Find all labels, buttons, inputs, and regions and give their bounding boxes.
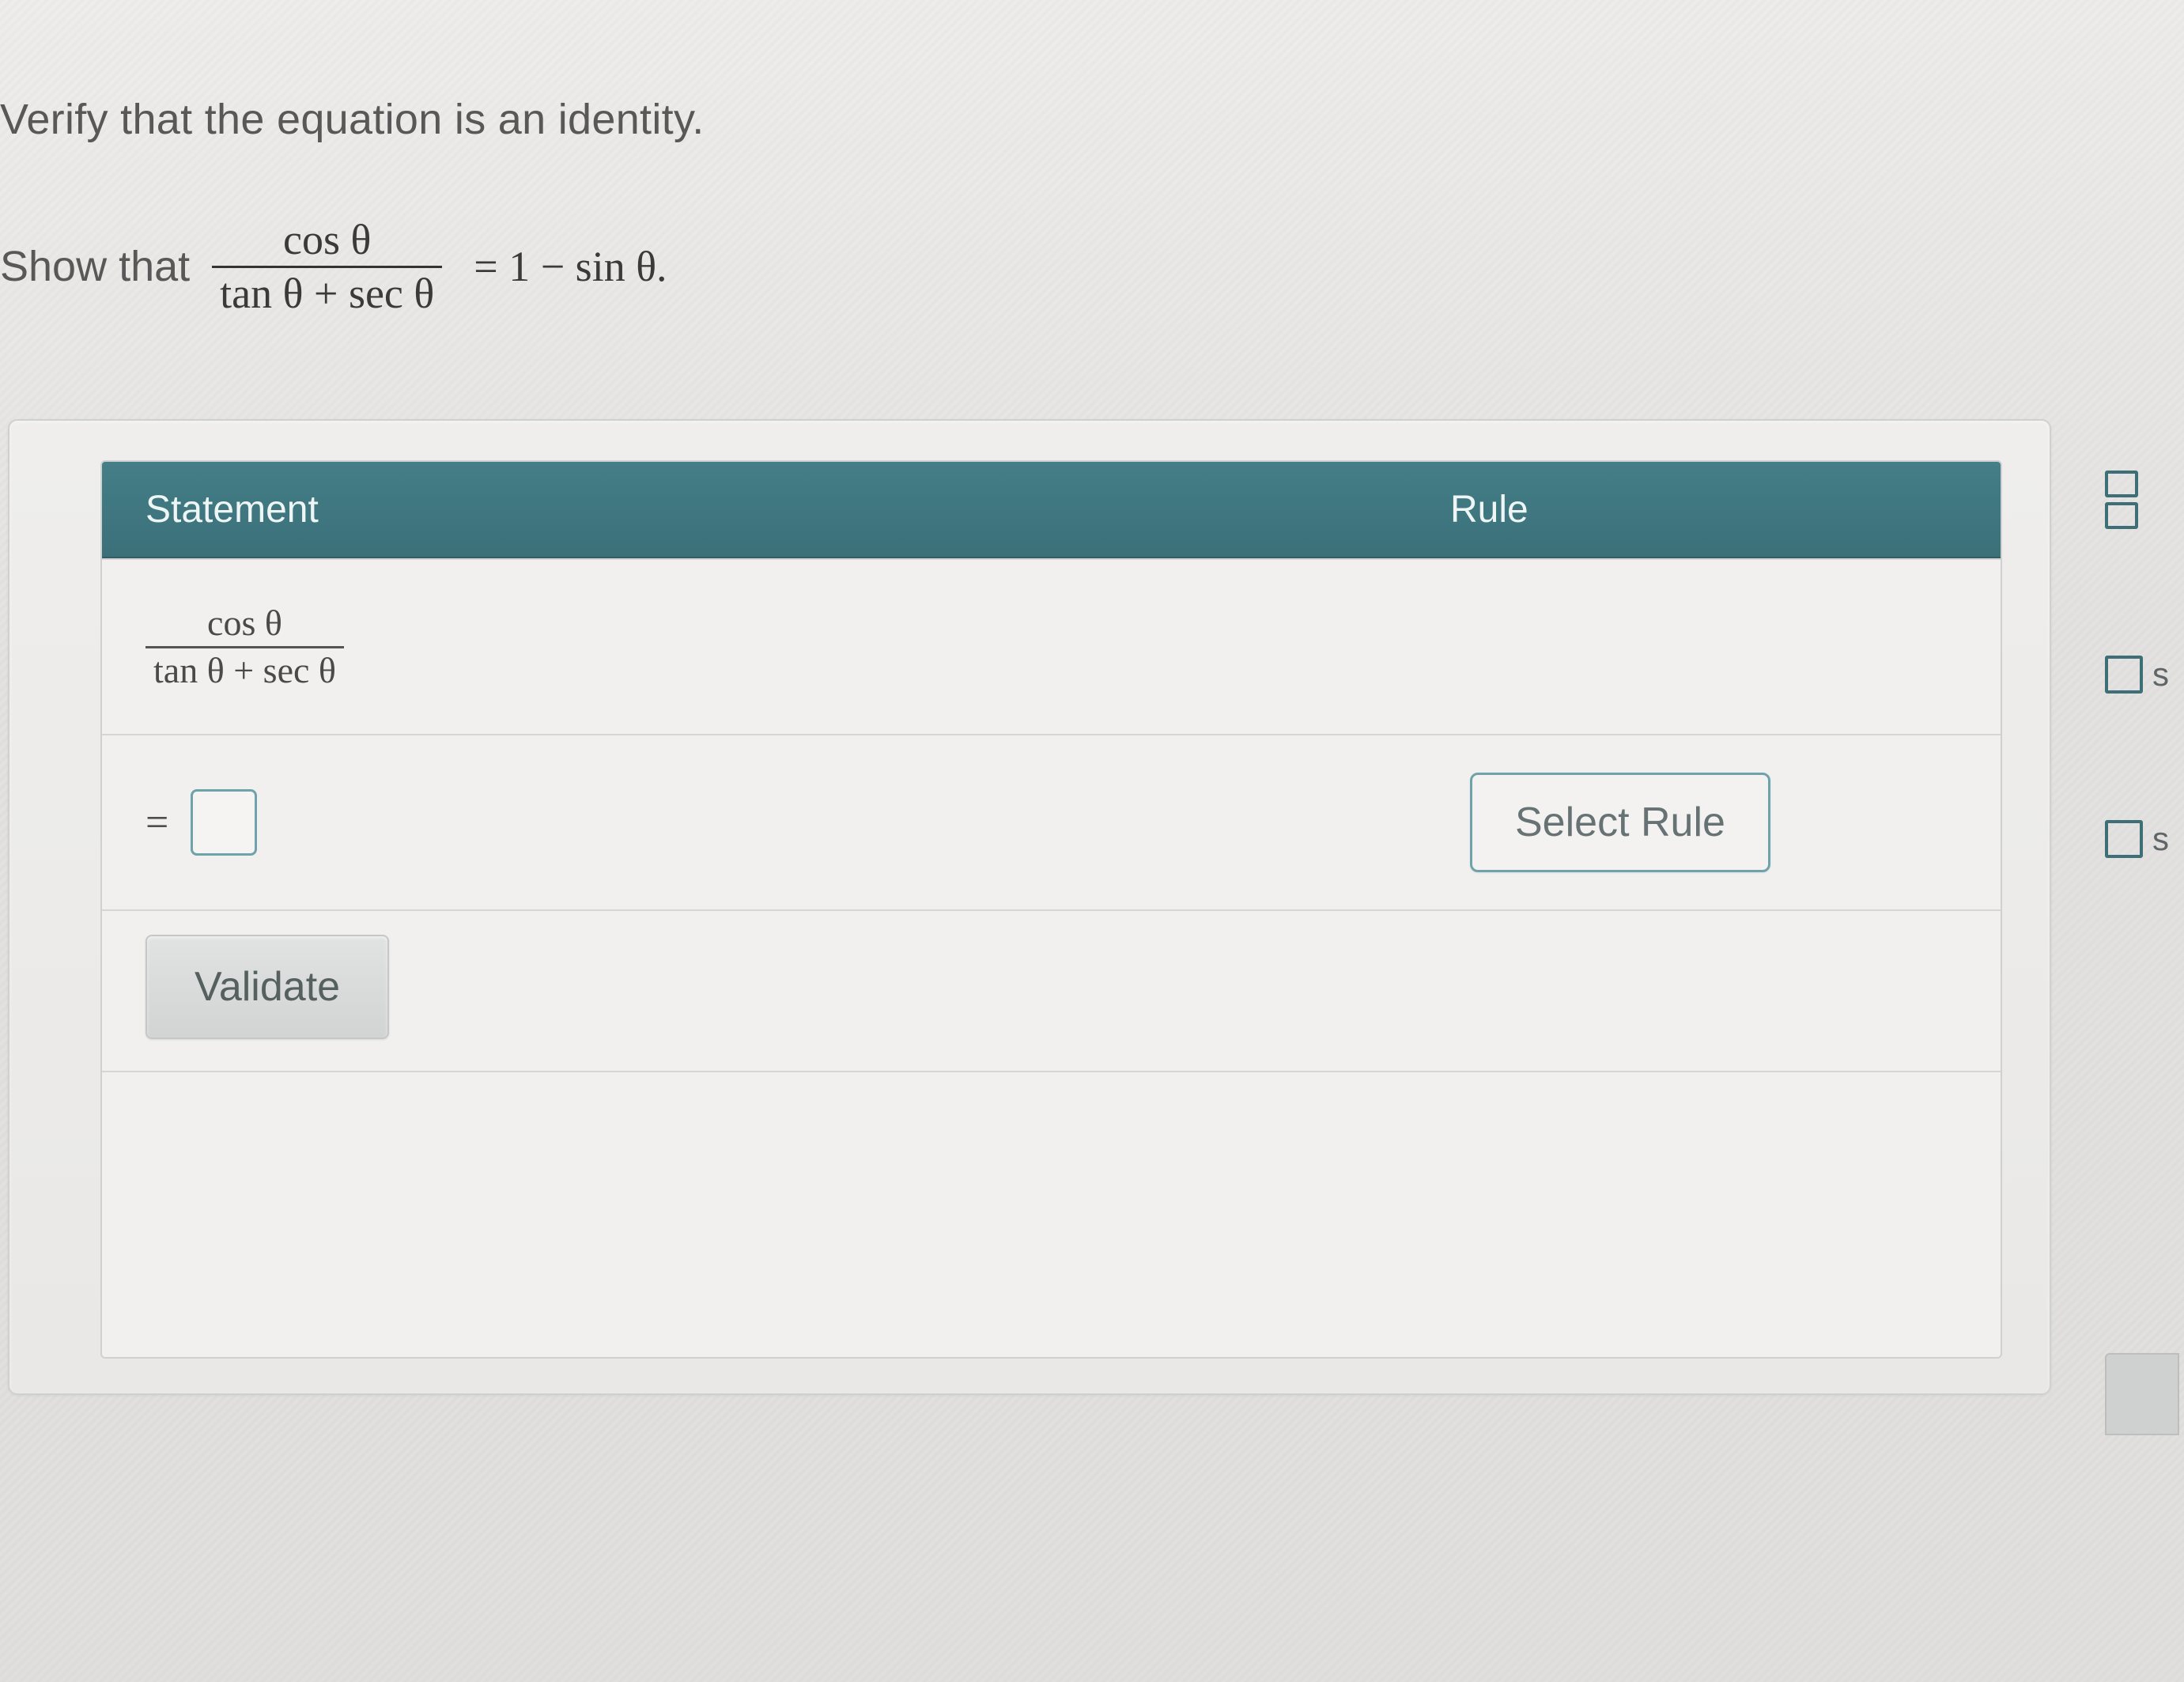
rule-cell: Select Rule bbox=[1426, 773, 2001, 872]
sidebar-box-tool-1[interactable]: s bbox=[2105, 656, 2169, 694]
equation-lhs-fraction: cos θ tan θ + sec θ bbox=[212, 217, 442, 316]
answer-input-box[interactable] bbox=[191, 789, 257, 856]
proof-panel: Statement Rule cos θ tan θ + sec θ = bbox=[8, 419, 2051, 1395]
sidebar-fraction-tool[interactable] bbox=[2105, 471, 2138, 529]
statement-cell: = bbox=[102, 789, 1426, 856]
statement-cell: cos θ tan θ + sec θ bbox=[102, 604, 1426, 690]
table-header-row: Statement Rule bbox=[102, 462, 2001, 558]
tool-sidebar: s s bbox=[2105, 427, 2184, 1435]
fraction-icon bbox=[2105, 471, 2138, 529]
box-icon bbox=[2105, 656, 2143, 694]
table-empty-area bbox=[102, 1071, 2001, 1357]
sidebar-label: s bbox=[2152, 656, 2169, 694]
proof-table: Statement Rule cos θ tan θ + sec θ = bbox=[100, 460, 2002, 1359]
table-row: Validate bbox=[102, 909, 2001, 1071]
sidebar-box-tool-2[interactable]: s bbox=[2105, 820, 2169, 858]
equation-denominator: tan θ + sec θ bbox=[212, 268, 442, 316]
show-that-line: Show that cos θ tan θ + sec θ = 1 − sin … bbox=[0, 217, 667, 316]
start-expression: cos θ tan θ + sec θ bbox=[145, 604, 344, 690]
table-row: cos θ tan θ + sec θ bbox=[102, 558, 2001, 734]
sidebar-bottom-panel bbox=[2105, 1353, 2179, 1435]
equation-rhs: = 1 − sin θ. bbox=[474, 242, 667, 291]
box-icon bbox=[2105, 820, 2143, 858]
select-rule-button[interactable]: Select Rule bbox=[1470, 773, 1770, 872]
sidebar-label: s bbox=[2152, 820, 2169, 858]
col-header-rule: Rule bbox=[1426, 488, 2001, 531]
statement-cell: Validate bbox=[102, 911, 1383, 1071]
equation-numerator: cos θ bbox=[275, 217, 379, 266]
start-expression-num: cos θ bbox=[199, 604, 290, 645]
show-that-label: Show that bbox=[0, 242, 190, 291]
start-expression-den: tan θ + sec θ bbox=[145, 648, 344, 690]
table-row: = Select Rule bbox=[102, 734, 2001, 909]
validate-button[interactable]: Validate bbox=[145, 935, 389, 1039]
col-header-statement: Statement bbox=[102, 488, 1426, 531]
equals-sign: = bbox=[145, 799, 168, 846]
prompt-text: Verify that the equation is an identity. bbox=[0, 95, 705, 144]
